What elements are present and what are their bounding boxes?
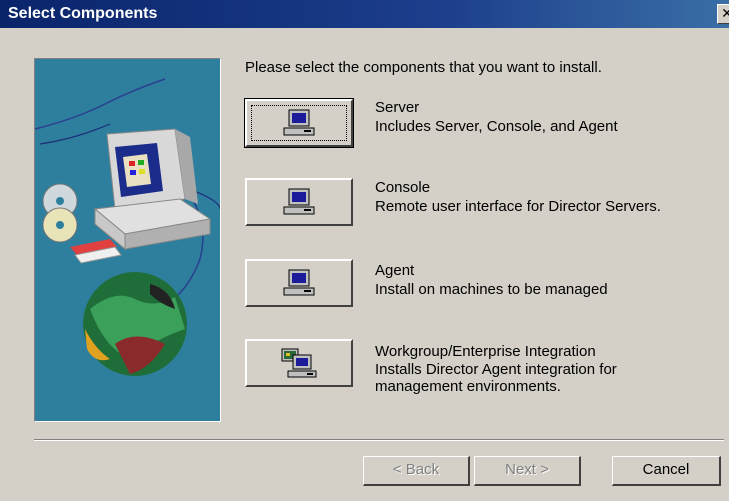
- agent-option-description: Install on machines to be managed: [375, 281, 608, 298]
- console-option-button[interactable]: [245, 178, 353, 226]
- computer-icon: [283, 188, 315, 215]
- next-button[interactable]: Next >: [474, 456, 581, 486]
- cancel-button[interactable]: Cancel: [612, 456, 721, 486]
- back-button[interactable]: < Back: [363, 456, 470, 486]
- close-button[interactable]: ✕: [717, 4, 729, 24]
- console-option-description: Remote user interface for Director Serve…: [375, 198, 661, 215]
- title-bar: Select Components ✕: [0, 0, 729, 28]
- workgroup-integration-option-description: Installs Director Agent integration for …: [375, 361, 617, 395]
- intro-text: Please select the components that you wa…: [245, 59, 602, 76]
- workgroup-integration-option-button[interactable]: [245, 339, 353, 387]
- server-option-name: Server: [375, 99, 420, 116]
- agent-option-name: Agent: [375, 262, 415, 279]
- agent-option-button[interactable]: [245, 259, 353, 307]
- server-option-description: Includes Server, Console, and Agent: [375, 118, 618, 135]
- console-option-name: Console: [375, 179, 431, 196]
- window-title: Select Components: [8, 5, 158, 22]
- button-separator: [34, 439, 724, 441]
- computer-icon: [283, 269, 315, 296]
- networked-computers-icon: [281, 348, 317, 378]
- server-option-button[interactable]: [244, 98, 354, 148]
- setup-illustration: [34, 58, 221, 422]
- computer-icon: [283, 109, 315, 136]
- workgroup-integration-option-name: Workgroup/Enterprise Integration: [375, 343, 596, 360]
- computer-globe-illustration: [35, 78, 220, 376]
